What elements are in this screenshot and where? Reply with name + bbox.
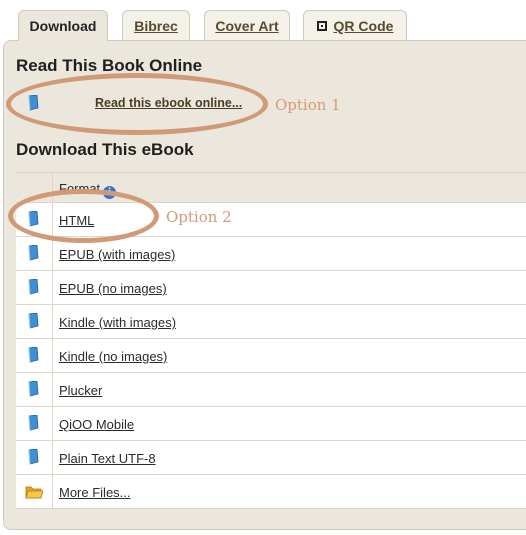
format-link[interactable]: Kindle (no images) (59, 349, 167, 364)
option1-label: Option 1 (275, 96, 341, 114)
read-online-link[interactable]: Read this ebook online... (95, 96, 242, 110)
table-row: More Files... (16, 475, 526, 509)
table-row: EPUB (no images) (16, 271, 526, 305)
book-icon (27, 448, 39, 470)
tab-cover-art[interactable]: Cover Art (204, 10, 290, 40)
format-link[interactable]: QiOO Mobile (59, 417, 134, 432)
book-icon (27, 210, 39, 232)
download-heading: Download This eBook (16, 140, 194, 159)
book-icon (27, 312, 39, 334)
format-column-header: Format i (59, 181, 117, 199)
tab-bibrec-label: Bibrec (134, 17, 178, 34)
format-link[interactable]: HTML (59, 213, 94, 228)
table-row: Plucker (16, 373, 526, 407)
tab-qr-code[interactable]: QR Code (303, 10, 407, 40)
book-icon (27, 244, 39, 266)
table-row: HTML (16, 203, 526, 237)
tab-bibrec[interactable]: Bibrec (122, 10, 190, 40)
qr-code-icon (316, 20, 327, 31)
tab-cover-art-label: Cover Art (215, 17, 279, 34)
book-icon (28, 95, 39, 111)
format-link[interactable]: More Files... (59, 485, 131, 500)
format-link[interactable]: Plucker (59, 383, 102, 398)
book-icon (27, 380, 39, 402)
table-row: Plain Text UTF-8 (16, 441, 526, 475)
format-link[interactable]: EPUB (with images) (59, 247, 175, 262)
format-link[interactable]: Kindle (with images) (59, 315, 176, 330)
format-link[interactable]: Plain Text UTF-8 (59, 451, 156, 466)
table-row: Kindle (with images) (16, 305, 526, 339)
table-row: QiOO Mobile (16, 407, 526, 441)
table-header-row: Format i (16, 173, 526, 203)
tab-bar: Download Bibrec Cover Art QR Code (0, 0, 526, 41)
folder-icon (25, 485, 44, 504)
option2-label: Option 2 (166, 208, 232, 226)
format-link[interactable]: EPUB (no images) (59, 281, 167, 296)
formats-table: Format i HTML EPUB (with images) EPUB (no i… (16, 172, 526, 509)
tab-download[interactable]: Download (18, 10, 108, 41)
tab-download-label: Download (29, 18, 97, 34)
table-row: Kindle (no images) (16, 339, 526, 373)
book-icon (27, 346, 39, 368)
read-online-heading: Read This Book Online (16, 56, 203, 75)
info-icon[interactable]: i (103, 186, 117, 199)
book-icon (27, 414, 39, 436)
book-icon (27, 278, 39, 300)
tab-qr-code-label: QR Code (333, 17, 394, 34)
table-row: EPUB (with images) (16, 237, 526, 271)
